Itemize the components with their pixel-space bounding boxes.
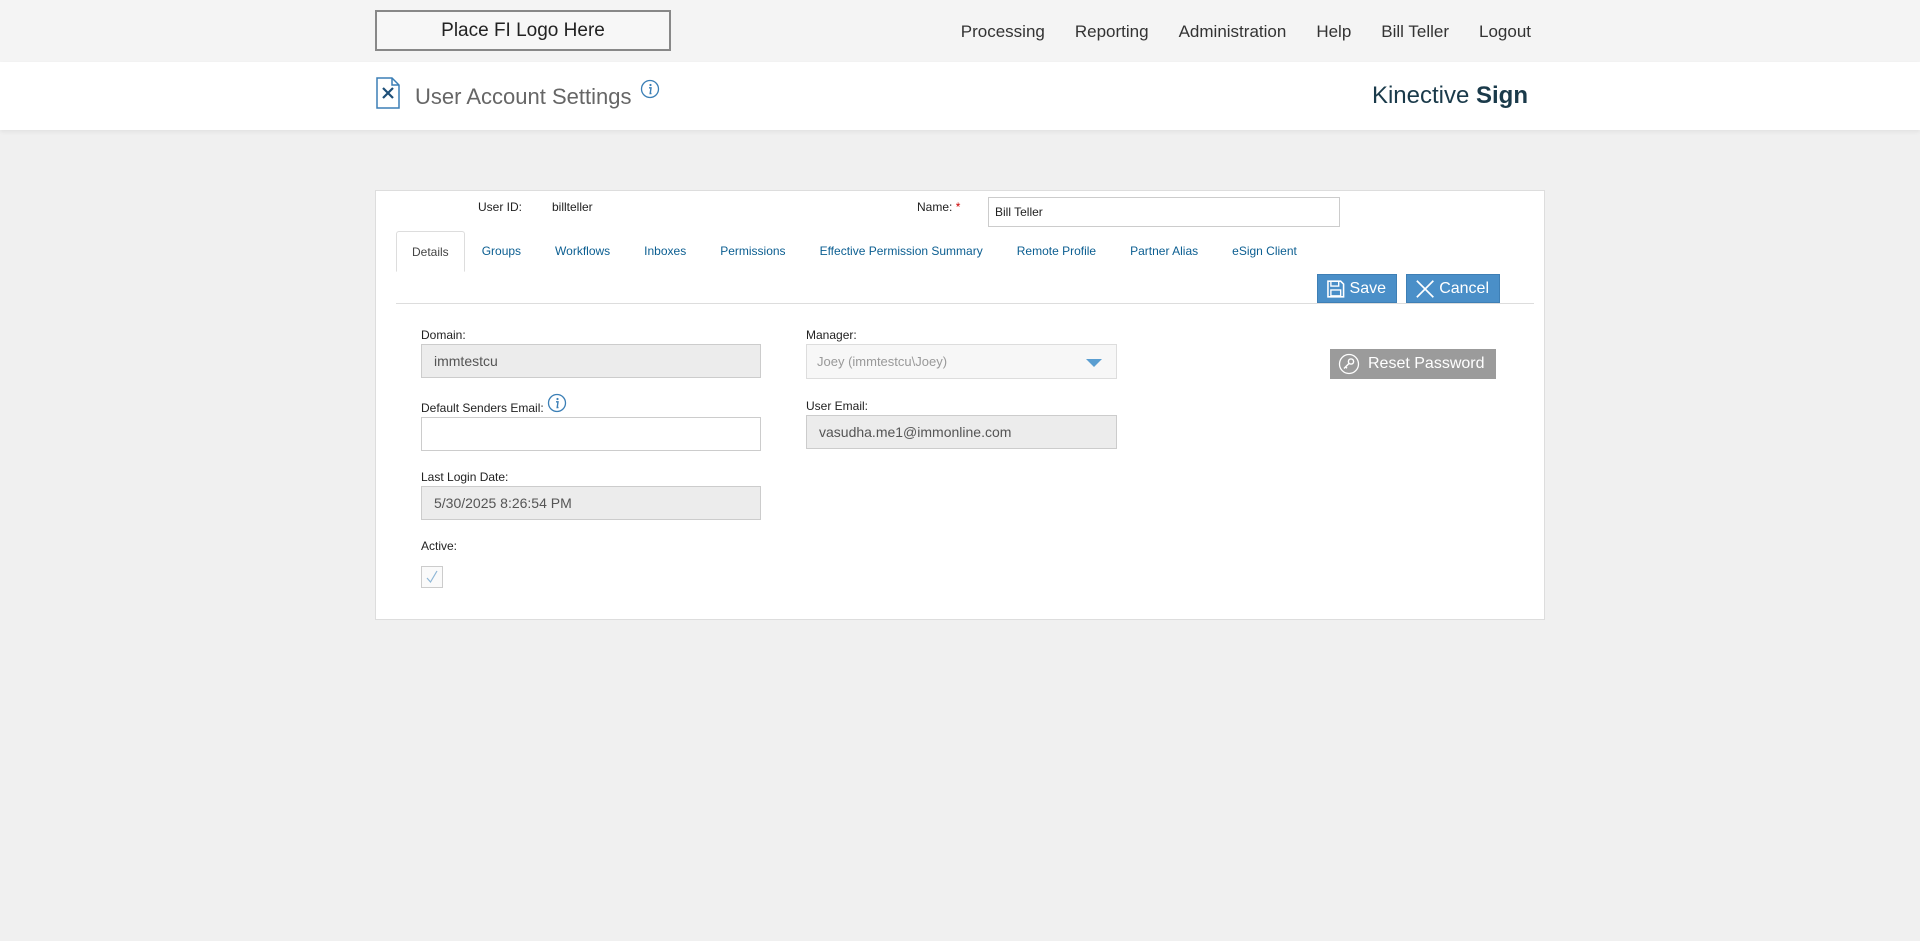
user-id-label: User ID: (478, 200, 523, 214)
tab-inboxes[interactable]: Inboxes (627, 231, 703, 272)
user-settings-document-icon (376, 77, 400, 109)
key-icon (1338, 353, 1360, 375)
nav-logout[interactable]: Logout (1479, 22, 1531, 42)
brand-logo: Kinective Sign (1372, 82, 1528, 110)
top-bar: Place FI Logo Here Processing Reporting … (0, 0, 1920, 62)
tab-esign-client[interactable]: eSign Client (1215, 231, 1314, 272)
cancel-button-label: Cancel (1439, 279, 1489, 297)
tab-bar: Details Groups Workflows Inboxes Permiss… (396, 231, 1314, 272)
tab-details[interactable]: Details (396, 231, 465, 272)
tab-groups[interactable]: Groups (465, 231, 538, 272)
tab-remote-profile[interactable]: Remote Profile (1000, 231, 1113, 272)
default-senders-email-label: Default Senders Email: (421, 401, 544, 415)
brand-name-light: Kinective (1371, 82, 1476, 109)
last-login-date-label: Last Login Date: (421, 470, 509, 484)
save-button-label: Save (1349, 279, 1386, 297)
manager-select[interactable]: Joey (immtestcu\Joey) (806, 344, 1117, 379)
user-account-card: User ID: billteller Name: * Details Grou… (375, 190, 1545, 620)
tab-partner-alias[interactable]: Partner Alias (1113, 231, 1215, 272)
manager-label: Manager: (806, 328, 857, 342)
tab-divider (396, 303, 1534, 304)
close-icon (1416, 279, 1434, 298)
nav-user-menu[interactable]: Bill Teller (1381, 22, 1449, 42)
required-mark: * (955, 200, 961, 214)
page-title: User Account Settings (415, 84, 632, 109)
name-input[interactable] (988, 197, 1340, 227)
info-icon[interactable] (640, 79, 660, 99)
user-id-value: billteller (552, 200, 593, 214)
user-email-field: vasudha.me1@immonline.com (806, 415, 1117, 449)
save-button[interactable]: Save (1317, 274, 1397, 303)
tab-effective-permission-summary[interactable]: Effective Permission Summary (803, 231, 1000, 272)
active-checkbox[interactable] (421, 566, 443, 588)
save-icon (1327, 279, 1345, 298)
reset-password-button[interactable]: Reset Password (1330, 349, 1496, 379)
name-label: Name: * (917, 200, 960, 214)
name-label-text: Name: (917, 200, 953, 214)
domain-field: immtestcu (421, 344, 761, 378)
last-login-date-field: 5/30/2025 8:26:54 PM (421, 486, 761, 520)
chevron-down-icon (1086, 359, 1102, 367)
reset-password-label: Reset Password (1368, 355, 1485, 372)
main-nav: Processing Reporting Administration Help… (961, 22, 1531, 42)
tab-workflows[interactable]: Workflows (538, 231, 627, 272)
tab-permissions[interactable]: Permissions (703, 231, 802, 272)
info-icon[interactable] (547, 393, 567, 413)
nav-help[interactable]: Help (1316, 22, 1351, 42)
active-label: Active: (421, 539, 458, 553)
default-senders-email-input[interactable] (421, 417, 761, 451)
fi-logo-placeholder: Place FI Logo Here (375, 10, 671, 51)
nav-reporting[interactable]: Reporting (1075, 22, 1149, 42)
cancel-button[interactable]: Cancel (1406, 274, 1500, 303)
page-header: User Account Settings Kinective Sign (0, 62, 1920, 130)
brand-name-bold: Sign (1476, 82, 1528, 109)
user-email-label: User Email: (806, 399, 869, 413)
checkmark-icon (426, 570, 438, 584)
nav-processing[interactable]: Processing (961, 22, 1045, 42)
manager-selected-value: Joey (immtestcu\Joey) (817, 354, 948, 369)
nav-administration[interactable]: Administration (1179, 22, 1287, 42)
domain-label: Domain: (421, 328, 466, 342)
